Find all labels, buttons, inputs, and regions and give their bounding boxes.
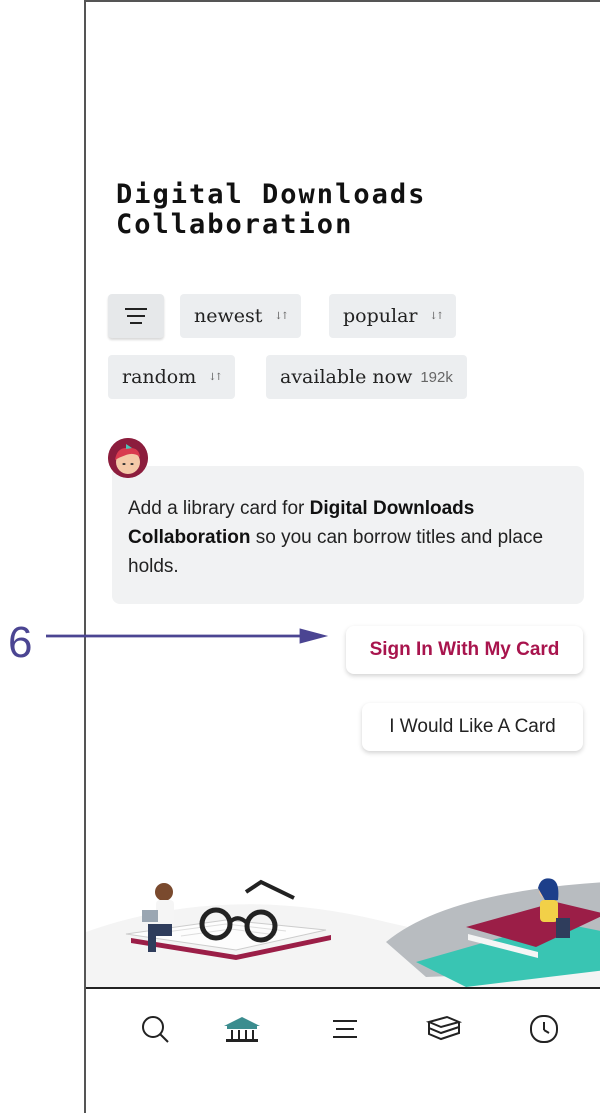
- filter-button[interactable]: [108, 294, 164, 338]
- request-card-button[interactable]: I Would Like A Card: [362, 703, 583, 751]
- sort-popular-label: popular: [343, 305, 418, 327]
- libby-avatar-icon: [108, 438, 148, 478]
- annotation-arrow-icon: [46, 628, 329, 644]
- sort-arrows-icon: ↓↑: [208, 371, 223, 383]
- message-text-before: Add a library card for: [128, 498, 310, 519]
- sort-arrows-icon: ↓↑: [429, 310, 445, 322]
- available-now-label: available now: [280, 366, 413, 388]
- bottom-navigation: [86, 987, 600, 1079]
- filter-lines-icon: [125, 308, 147, 324]
- available-now-chip[interactable]: available now 192k: [266, 355, 467, 399]
- app-screen: Digital Downloads Collaboration newest ↓…: [84, 0, 600, 1113]
- library-icon: [224, 1017, 260, 1042]
- sort-popular-chip[interactable]: popular ↓↑: [329, 294, 457, 338]
- sort-arrows-icon: ↓↑: [274, 310, 289, 322]
- annotation-label: 6: [8, 618, 33, 667]
- nav-shelf[interactable]: [422, 1009, 466, 1049]
- sort-random-chip[interactable]: random ↓↑: [108, 355, 236, 399]
- menu-icon: [333, 1020, 357, 1038]
- library-title-line1: Digital Downloads: [116, 179, 427, 210]
- nav-search[interactable]: [133, 1009, 177, 1049]
- library-title-line2: Collaboration: [116, 209, 354, 240]
- library-title: Digital Downloads Collaboration: [116, 180, 426, 240]
- sign-in-with-card-button[interactable]: Sign In With My Card: [346, 626, 583, 674]
- available-count: 192k: [420, 368, 453, 386]
- nav-menu[interactable]: [323, 1009, 367, 1049]
- sort-newest-chip[interactable]: newest ↓↑: [180, 294, 302, 338]
- reading-illustration: [86, 878, 600, 987]
- history-icon: [530, 1015, 558, 1043]
- search-icon: [142, 1016, 169, 1043]
- add-card-message: Add a library card for Digital Downloads…: [112, 466, 584, 604]
- shelf-icon: [425, 1015, 463, 1041]
- sort-newest-label: newest: [194, 305, 263, 327]
- nav-history[interactable]: [522, 1009, 566, 1049]
- nav-library[interactable]: [220, 1009, 264, 1049]
- sort-random-label: random: [122, 366, 197, 388]
